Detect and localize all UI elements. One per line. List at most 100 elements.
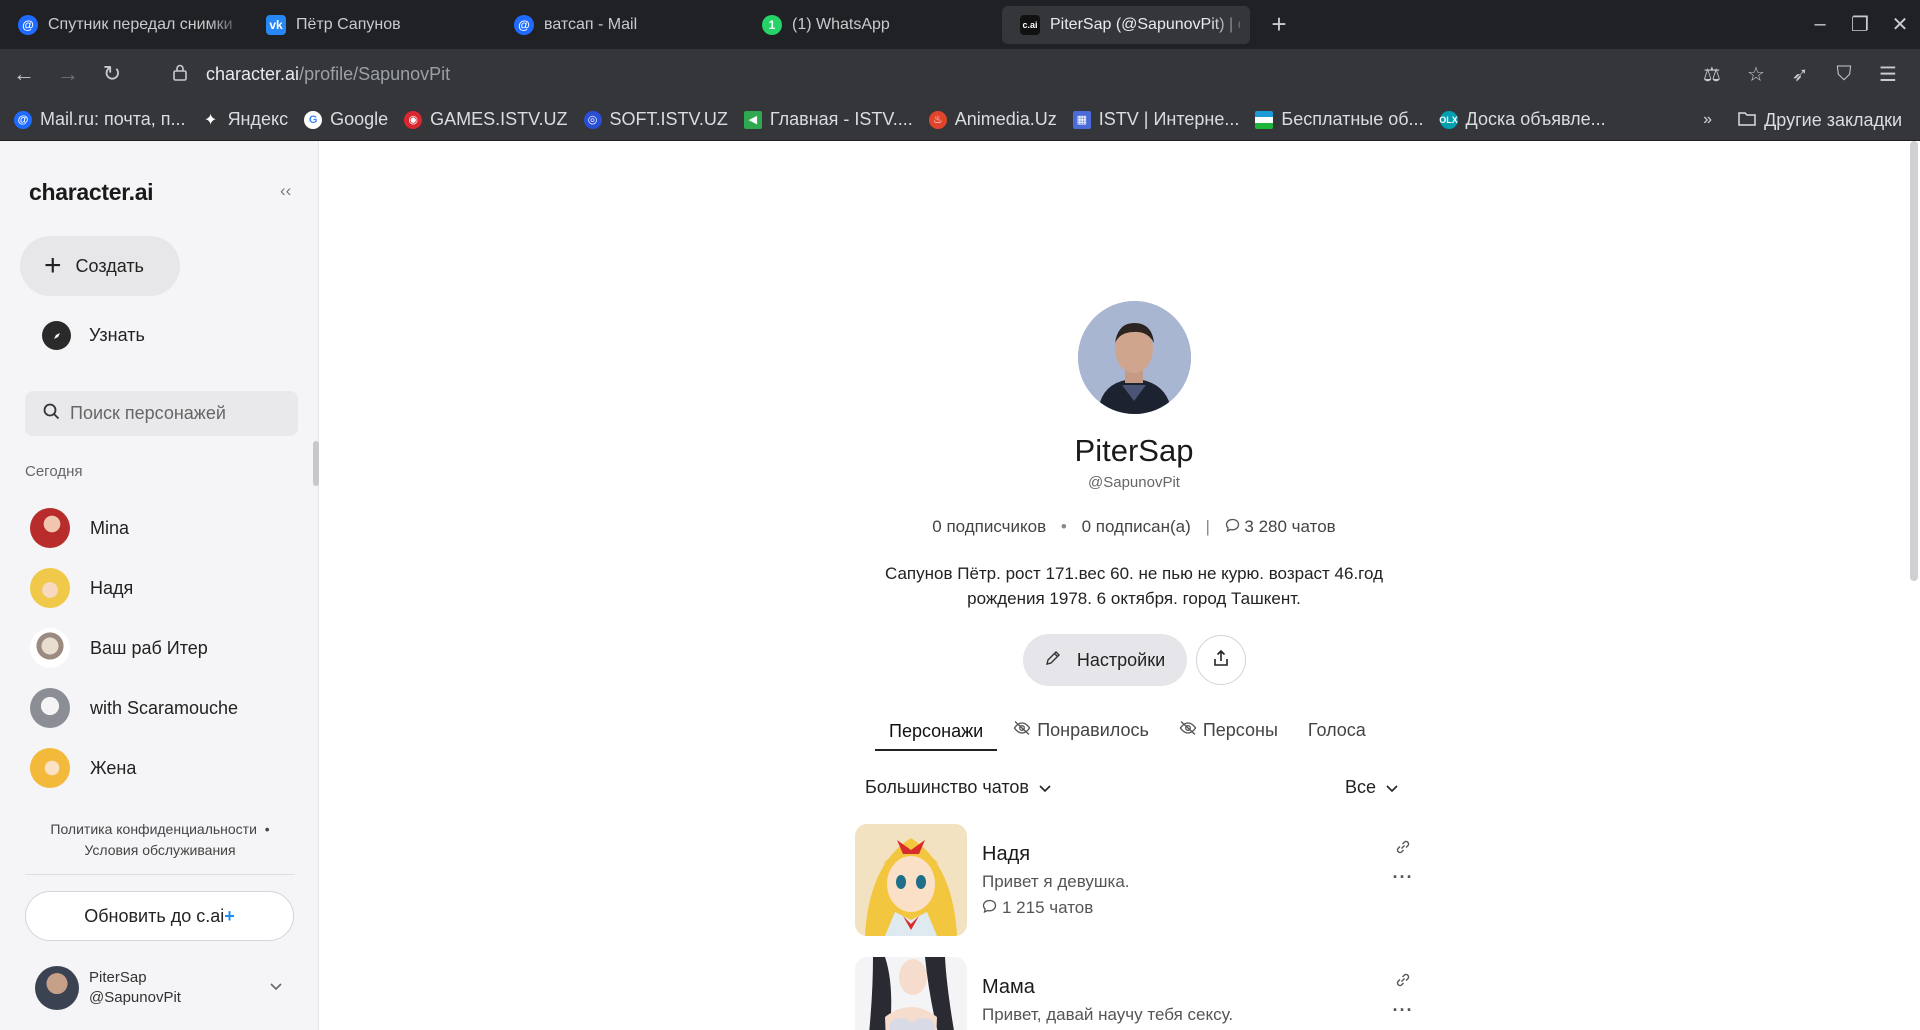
browser-tab-2[interactable]: vk Пётр Сапунов	[248, 6, 496, 44]
share-button[interactable]	[1196, 635, 1246, 685]
back-icon[interactable]: ←	[4, 61, 44, 87]
chat-item-scaramouche[interactable]: with Scaramouche	[30, 678, 238, 738]
bookmark-istv-internet[interactable]: ▦ ISTV | Интерне...	[1072, 109, 1239, 130]
brand-logo[interactable]: character.ai	[29, 179, 154, 206]
page-scrollbar[interactable]	[1910, 141, 1918, 581]
sort-dropdown[interactable]: Большинство чатов	[865, 777, 1051, 798]
url-path: /profile/SapunovPit	[299, 63, 451, 84]
chats-count: 3 280 чатов	[1244, 517, 1336, 536]
account-menu[interactable]: PiterSap @SapunovPit	[35, 966, 282, 1010]
dot-separator: •	[1060, 517, 1067, 536]
translate-icon[interactable]: ⚖	[1690, 62, 1734, 87]
restore-icon[interactable]: ❐	[1840, 12, 1880, 37]
other-bookmarks[interactable]: Другие закладки	[1764, 110, 1902, 131]
tab-characters[interactable]: Персонажи	[875, 713, 998, 751]
character-card-nadya[interactable]: Надя Привет я девушка. 1 215 чатов ···	[855, 824, 1415, 936]
minimize-icon[interactable]: –	[1800, 13, 1840, 36]
close-icon[interactable]: ✕	[1880, 12, 1920, 37]
bookmark-yandex[interactable]: ✦ Яндекс	[202, 109, 288, 130]
chat-item-mina[interactable]: Mina	[30, 498, 238, 558]
bookmarks-bar: @ Mail.ru: почта, п... ✦ Яндекс G Google ◉ G…	[0, 99, 1920, 141]
settings-button[interactable]: Настройки	[1023, 634, 1187, 686]
followers-count[interactable]: 0 подписчиков	[932, 517, 1046, 536]
terms-link[interactable]: Условия обслуживания	[84, 842, 235, 858]
browser-tab-3[interactable]: @ ватсап - Mail	[496, 6, 744, 44]
mail-at-icon: @	[514, 15, 534, 35]
chat-name: with Scaramouche	[90, 697, 239, 718]
compass-icon	[42, 321, 71, 350]
more-options-icon[interactable]: ···	[1391, 867, 1415, 888]
bookmark-free-ads[interactable]: Бесплатные об...	[1255, 109, 1424, 130]
tab-personas[interactable]: Персоны	[1165, 713, 1292, 747]
lock-icon	[172, 63, 194, 86]
user-avatar	[35, 966, 79, 1010]
section-today-label: Сегодня	[25, 463, 83, 480]
settings-label: Настройки	[1076, 649, 1166, 670]
chat-item-zhena[interactable]: Жена	[30, 738, 238, 798]
chat-name: Mina	[90, 517, 130, 538]
chat-item-iter[interactable]: Ваш раб Итер	[30, 618, 238, 678]
filter-dropdown[interactable]: Все	[1345, 777, 1398, 798]
bookmark-istv-main[interactable]: ◀ Главная - ISTV....	[743, 109, 913, 130]
pipe-separator: |	[1205, 517, 1210, 536]
character-card-mama[interactable]: Мама Привет, давай научу тебя сексу. ···	[855, 957, 1415, 1030]
grid-icon: ▦	[1072, 110, 1091, 129]
profile-main: PiterSap @SapunovPit 0 подписчиков • 0 п…	[320, 141, 1920, 1030]
link-icon[interactable]	[1391, 838, 1415, 861]
bookmark-soft-istv[interactable]: ◎ SOFT.ISTV.UZ	[583, 109, 728, 130]
search-box[interactable]	[25, 391, 298, 436]
divider	[25, 874, 295, 875]
user-name: PiterSap	[89, 969, 147, 986]
search-input[interactable]	[70, 403, 290, 424]
rocket-icon[interactable]: ➶	[1778, 62, 1822, 87]
bookmark-board[interactable]: OLX Доска объявле...	[1439, 109, 1605, 130]
privacy-link[interactable]: Политика конфиденциальности	[50, 821, 257, 837]
avatar	[30, 628, 70, 668]
browser-tab-5-active[interactable]: c.ai PiterSap (@SapunovPit) | cha	[1002, 6, 1250, 44]
browser-tab-4[interactable]: 1 (1) WhatsApp	[744, 6, 992, 44]
browser-tab-1[interactable]: @ Спутник передал снимки Вс	[0, 6, 248, 44]
link-icon[interactable]	[1391, 971, 1415, 994]
upgrade-label: Обновить до c.ai	[84, 905, 225, 926]
eye-off-icon	[1013, 720, 1031, 741]
bookmark-star-icon[interactable]: ☆	[1734, 62, 1778, 87]
sort-label: Большинство чатов	[865, 777, 1029, 797]
chevron-down-icon	[1039, 777, 1051, 798]
bookmark-games-istv[interactable]: ◉ GAMES.ISTV.UZ	[404, 109, 568, 130]
create-label: Создать	[75, 255, 144, 276]
search-icon	[43, 403, 60, 425]
google-icon: G	[304, 110, 323, 129]
chat-item-nadya[interactable]: Надя	[30, 558, 238, 618]
tab-voices[interactable]: Голоса	[1294, 713, 1380, 747]
pencil-icon	[1045, 650, 1061, 671]
collapse-sidebar-icon[interactable]: ‹‹	[280, 181, 291, 201]
share-icon	[1213, 649, 1229, 672]
user-handle: @SapunovPit	[89, 989, 181, 1006]
bookmarks-more-icon[interactable]: »	[1703, 111, 1712, 129]
eye-off-icon	[1179, 720, 1197, 741]
chevron-down-icon	[1386, 777, 1398, 798]
avatar	[30, 688, 70, 728]
tab-liked[interactable]: Понравилось	[999, 713, 1163, 747]
mail-at-icon: @	[14, 110, 32, 129]
reload-icon[interactable]: ↻	[92, 61, 132, 87]
new-tab-button[interactable]: +	[1264, 9, 1294, 40]
more-options-icon[interactable]: ···	[1391, 1000, 1415, 1021]
character-name: Мама	[982, 976, 1035, 998]
profile-tabs: Персонажи Понравилось Персоны Голоса	[875, 713, 1382, 751]
tab-label: Понравилось	[1037, 719, 1149, 740]
bookmark-google[interactable]: G Google	[304, 109, 388, 130]
discover-link[interactable]: Узнать	[42, 321, 145, 350]
shield-icon[interactable]: ⛉	[1822, 63, 1866, 86]
upgrade-button[interactable]: Обновить до c.ai +	[25, 891, 294, 941]
forward-icon[interactable]: →	[48, 61, 88, 87]
avatar	[30, 568, 70, 608]
following-count[interactable]: 0 подписан(а)	[1082, 517, 1191, 536]
page-content: character.ai ‹‹ + Создать Узнать Сегодня…	[0, 141, 1920, 1030]
menu-icon[interactable]: ☰	[1866, 62, 1910, 87]
address-bar[interactable]: character.ai/profile/SapunovPit	[172, 63, 450, 86]
create-button[interactable]: + Создать	[20, 236, 180, 296]
sidebar-scrollbar[interactable]	[313, 441, 319, 486]
bookmark-mailru[interactable]: @ Mail.ru: почта, п...	[14, 109, 186, 130]
bookmark-animedia[interactable]: ♨ Animedia.Uz	[928, 109, 1057, 130]
